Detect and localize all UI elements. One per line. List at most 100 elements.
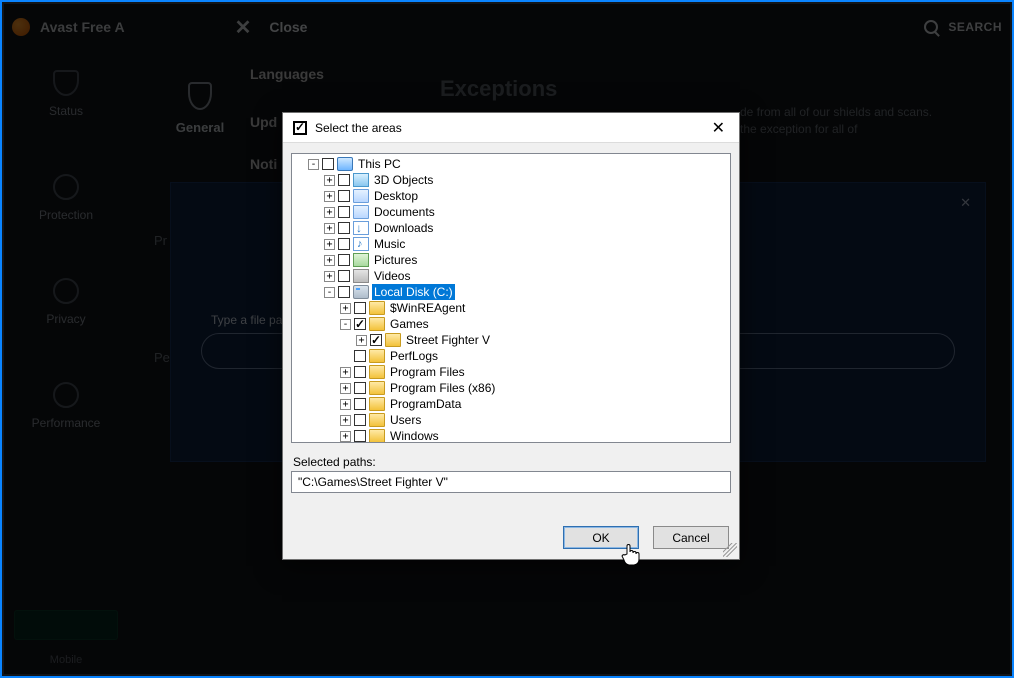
checkbox[interactable] bbox=[322, 158, 334, 170]
checkbox[interactable] bbox=[354, 382, 366, 394]
dialog-titlebar[interactable]: Select the areas ✕ bbox=[283, 113, 739, 143]
music-icon bbox=[353, 237, 369, 251]
shield-icon bbox=[188, 82, 212, 110]
expand-icon[interactable]: + bbox=[324, 255, 335, 266]
search-label: SEARCH bbox=[948, 20, 1002, 34]
page-title: Exceptions bbox=[440, 76, 557, 102]
tree-node-local-disk-c[interactable]: - Local Disk (C:) bbox=[294, 284, 730, 300]
sidebar-item-general[interactable]: General bbox=[130, 52, 270, 135]
tree-node-downloads[interactable]: + Downloads bbox=[294, 220, 730, 236]
expand-icon[interactable]: + bbox=[324, 191, 335, 202]
tree-label: Local Disk (C:) bbox=[372, 284, 455, 300]
spacer bbox=[340, 351, 351, 362]
checkbox[interactable] bbox=[354, 414, 366, 426]
expand-icon[interactable]: + bbox=[324, 271, 335, 282]
checkbox[interactable] bbox=[354, 430, 366, 442]
protection-icon bbox=[53, 174, 79, 200]
expand-icon[interactable]: + bbox=[340, 431, 351, 442]
selected-paths-field[interactable]: "C:\Games\Street Fighter V" bbox=[291, 471, 731, 493]
tree-label: Downloads bbox=[372, 220, 435, 236]
close-button[interactable]: ✕ Close bbox=[235, 15, 308, 40]
tree-node-programdata[interactable]: + ProgramData bbox=[294, 396, 730, 412]
tree-node-pictures[interactable]: + Pictures bbox=[294, 252, 730, 268]
rail-item-protection[interactable]: Protection bbox=[2, 156, 130, 230]
tab-languages[interactable]: Languages bbox=[250, 62, 1012, 86]
ok-button[interactable]: OK bbox=[563, 526, 639, 549]
path-input-label: Type a file pa bbox=[211, 313, 282, 327]
sidebar-sub-p1[interactable]: Pr bbox=[130, 227, 174, 254]
tree-node-perflogs[interactable]: PerfLogs bbox=[294, 348, 730, 364]
page-desc: de from all of our shields and scans. th… bbox=[740, 104, 1000, 138]
collapse-icon[interactable]: - bbox=[308, 159, 319, 170]
folder-icon bbox=[369, 413, 385, 427]
tree-node-this-pc[interactable]: - This PC bbox=[294, 156, 730, 172]
dialog-checkbox-icon bbox=[293, 121, 307, 135]
tree-label: $WinREAgent bbox=[388, 300, 467, 316]
expand-icon[interactable]: + bbox=[324, 239, 335, 250]
tree-label: Desktop bbox=[372, 188, 420, 204]
rail-item-performance[interactable]: Performance bbox=[2, 364, 130, 438]
checkbox[interactable] bbox=[354, 302, 366, 314]
expand-icon[interactable]: + bbox=[324, 223, 335, 234]
tree-label: ProgramData bbox=[388, 396, 463, 412]
tree-node-winreagent[interactable]: + $WinREAgent bbox=[294, 300, 730, 316]
checkbox[interactable] bbox=[338, 174, 350, 186]
checkbox[interactable] bbox=[338, 270, 350, 282]
tree-node-3d-objects[interactable]: + 3D Objects bbox=[294, 172, 730, 188]
checkbox-checked[interactable] bbox=[370, 334, 382, 346]
search-button[interactable]: SEARCH bbox=[924, 20, 1002, 34]
checkbox[interactable] bbox=[354, 350, 366, 362]
rail-label: Performance bbox=[2, 416, 130, 430]
expand-icon[interactable]: + bbox=[340, 399, 351, 410]
tree-node-videos[interactable]: + Videos bbox=[294, 268, 730, 284]
checkbox[interactable] bbox=[338, 286, 350, 298]
rail-item-status[interactable]: Status bbox=[2, 52, 130, 126]
tree-label: Music bbox=[372, 236, 407, 252]
tree-node-users[interactable]: + Users bbox=[294, 412, 730, 428]
expand-icon[interactable]: + bbox=[340, 415, 351, 426]
rail-label: Status bbox=[2, 104, 130, 118]
checkbox[interactable] bbox=[338, 190, 350, 202]
videos-icon bbox=[353, 269, 369, 283]
collapse-icon[interactable]: - bbox=[324, 287, 335, 298]
folder-tree-scroll[interactable]: - This PC + 3D Objects + bbox=[292, 154, 730, 442]
tree-label: Windows bbox=[388, 428, 441, 442]
expand-icon[interactable]: + bbox=[340, 383, 351, 394]
expand-icon[interactable]: + bbox=[324, 175, 335, 186]
tree-node-desktop[interactable]: + Desktop bbox=[294, 188, 730, 204]
download-icon bbox=[353, 221, 369, 235]
collapse-icon[interactable]: - bbox=[340, 319, 351, 330]
sidebar-sub-p2[interactable]: Per bbox=[130, 344, 174, 371]
dialog-close-icon[interactable]: ✕ bbox=[708, 118, 729, 138]
expand-icon[interactable]: + bbox=[340, 367, 351, 378]
tree-node-documents[interactable]: + Documents bbox=[294, 204, 730, 220]
rail-promo-button[interactable] bbox=[14, 610, 118, 640]
expand-icon[interactable]: + bbox=[356, 335, 367, 346]
expand-icon[interactable]: + bbox=[340, 303, 351, 314]
checkbox[interactable] bbox=[354, 366, 366, 378]
tree-node-street-fighter-v[interactable]: + Street Fighter V bbox=[294, 332, 730, 348]
tree-node-program-files[interactable]: + Program Files bbox=[294, 364, 730, 380]
rail-item-mobile[interactable]: Mobile bbox=[2, 654, 130, 666]
rail-item-privacy[interactable]: Privacy bbox=[2, 260, 130, 334]
panel-close-icon[interactable]: ✕ bbox=[960, 195, 971, 211]
checkbox[interactable] bbox=[338, 238, 350, 250]
resize-grip-icon[interactable] bbox=[723, 543, 737, 557]
expand-icon[interactable]: + bbox=[324, 207, 335, 218]
tree-node-music[interactable]: + Music bbox=[294, 236, 730, 252]
checkbox-checked[interactable] bbox=[354, 318, 366, 330]
tree-label: Games bbox=[388, 316, 431, 332]
tree-node-program-files-x86[interactable]: + Program Files (x86) bbox=[294, 380, 730, 396]
checkbox[interactable] bbox=[354, 398, 366, 410]
checkbox[interactable] bbox=[338, 206, 350, 218]
tree-label: Documents bbox=[372, 204, 437, 220]
tree-node-games[interactable]: - Games bbox=[294, 316, 730, 332]
checkbox[interactable] bbox=[338, 222, 350, 234]
folder-icon bbox=[353, 205, 369, 219]
folder-icon bbox=[369, 317, 385, 331]
selected-paths-value: "C:\Games\Street Fighter V" bbox=[298, 475, 448, 489]
tree-node-windows[interactable]: + Windows bbox=[294, 428, 730, 442]
checkbox[interactable] bbox=[338, 254, 350, 266]
app-logo-icon bbox=[12, 18, 30, 36]
cancel-button[interactable]: Cancel bbox=[653, 526, 729, 549]
